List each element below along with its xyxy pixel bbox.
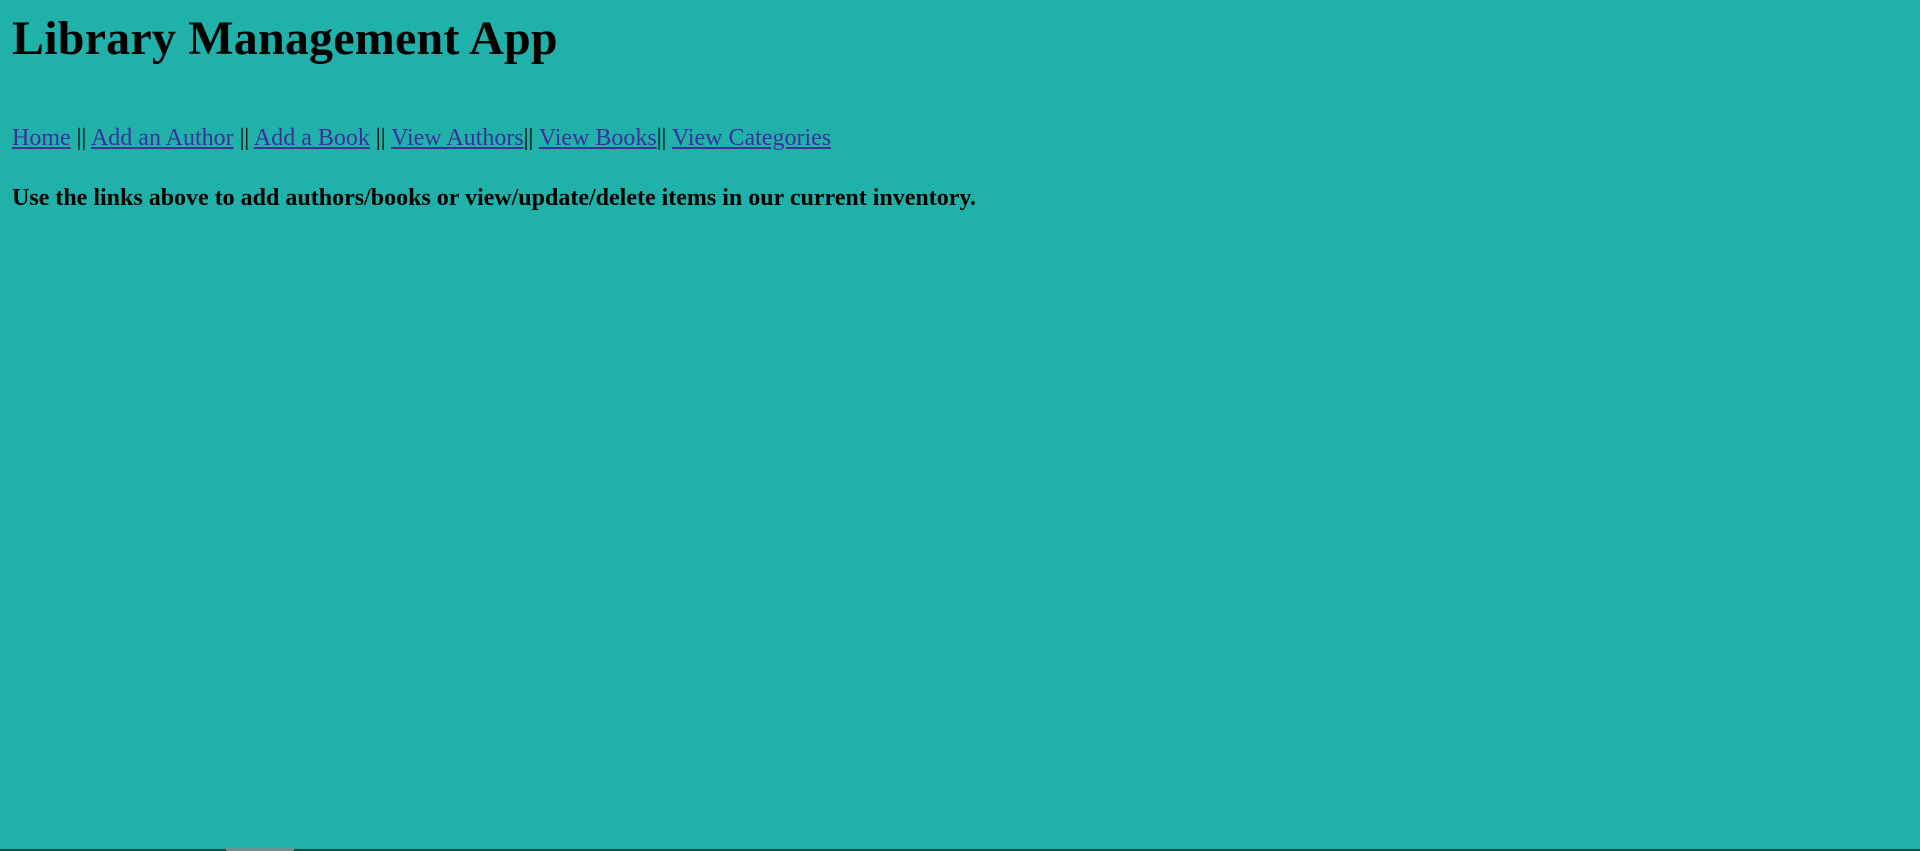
nav-separator: || [239,125,250,151]
nav-link-view-books[interactable]: View Books [539,125,657,151]
nav-separator: || [375,125,386,151]
main-nav: Home || Add an Author || Add a Book || V… [12,124,1908,152]
nav-separator: || [76,125,87,151]
nav-link-view-authors[interactable]: View Authors [391,125,524,151]
instruction-message: Use the links above to add authors/books… [12,185,977,211]
nav-link-add-author[interactable]: Add an Author [91,125,234,151]
nav-separator: || [523,125,534,151]
page-title: Library Management App [12,12,558,65]
nav-link-add-book[interactable]: Add a Book [254,125,370,151]
nav-link-home[interactable]: Home [12,125,71,151]
page-container: Library Management App Home || Add an Au… [0,0,1920,212]
nav-separator: || [656,125,667,151]
nav-link-view-categories[interactable]: View Categories [672,125,831,151]
